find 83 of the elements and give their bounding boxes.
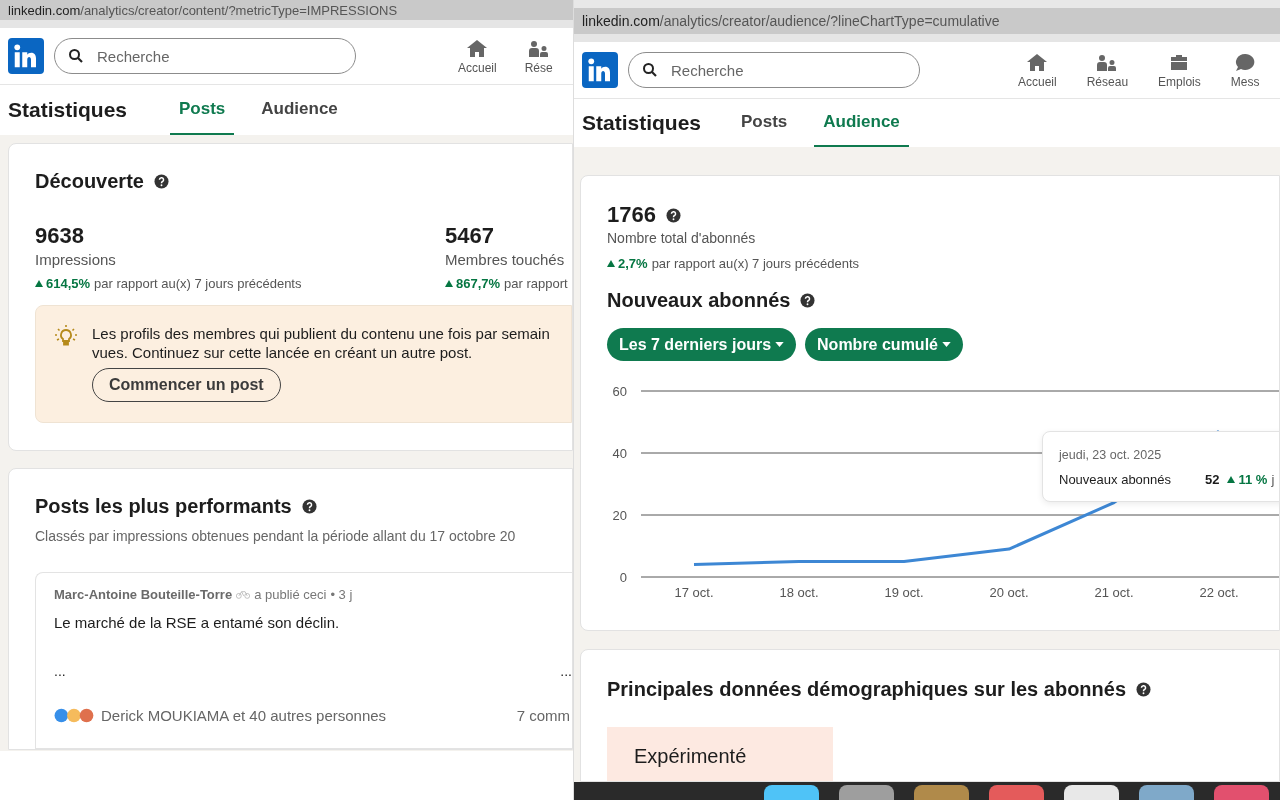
metric-label: Nombre total d'abonnés — [607, 230, 757, 246]
tooltip-value: 52 — [1205, 472, 1220, 487]
section-title: Découverte — [35, 170, 144, 193]
axis-label: 22 oct. — [1199, 585, 1239, 600]
page-title: Statistiques — [8, 98, 129, 122]
up-arrow-icon — [1227, 476, 1236, 483]
metric-value: 9638 — [35, 223, 85, 249]
address-bar[interactable]: linkedin.com/analytics/creator/content/?metricType=IMPRESSIONS — [0, 0, 573, 28]
nav-item[interactable]: Réseau — [1086, 51, 1129, 89]
up-arrow-icon — [607, 260, 615, 267]
section-title: Nouveaux abonnés — [607, 289, 791, 312]
comments-count[interactable]: 7 comm — [516, 707, 570, 724]
app-icon[interactable] — [1139, 785, 1194, 800]
search-icon — [642, 62, 658, 78]
section-title: Posts les plus performants — [35, 495, 292, 518]
change-value: 867,7% — [456, 276, 501, 291]
nav-item[interactable]: Accueil — [458, 37, 497, 75]
help-icon[interactable] — [1136, 682, 1152, 697]
author-name[interactable]: Marc-Antoine Bouteille-Torre — [54, 587, 233, 602]
help-icon[interactable] — [665, 207, 681, 223]
tooltip-date: jeudi, 23 oct. 2025 — [1059, 448, 1163, 462]
axis-label: 40 — [612, 446, 627, 461]
change-note: par rapport au(x) 7 jours précédents — [651, 256, 860, 271]
caret-icon — [942, 342, 951, 347]
ellipsis-text: ... — [560, 663, 572, 679]
app-icon[interactable] — [914, 785, 969, 800]
up-arrow-icon — [35, 280, 43, 287]
filter-dropdown[interactable]: Les 7 derniers jours — [607, 328, 797, 361]
axis-label: 60 — [612, 384, 627, 399]
section-subtitle: Classés par impressions obtenues pendant la période allant du 17 octobre 20 — [35, 528, 517, 544]
bicycle-icon — [236, 590, 251, 599]
tooltip-label: Nouveaux abonnés — [1059, 472, 1173, 487]
change-value: 614,5% — [46, 276, 91, 291]
tooltip-change: 11 % — [1238, 472, 1268, 487]
metric-value: 5467 — [445, 223, 495, 249]
lightbulb-icon — [54, 324, 78, 348]
reactions-text[interactable]: Derick MOUKIAMA et 40 autres personnes — [101, 707, 387, 724]
tooltip-text: j — [1271, 472, 1275, 487]
change-value: 2,7% — [618, 256, 648, 271]
axis-label: 18 oct. — [779, 585, 819, 600]
nav-item[interactable]: Accueil — [1018, 51, 1057, 89]
tab[interactable]: Posts — [732, 99, 797, 147]
post-card[interactable]: Marc-Antoine Bouteille-Torre a publié ceci • 3 j Le marché de la RSE a entamé son déclin. ... ... Derick MOUKIAMA et 40 autres personnes 7 comm — [35, 572, 572, 749]
app-icon[interactable] — [839, 785, 894, 800]
tab[interactable]: Audience — [252, 85, 347, 135]
search-icon — [68, 48, 84, 64]
tip-text: Les profils des membres qui publient du contenu une fois par semain — [92, 324, 550, 343]
post-text: Le marché de la RSE a entamé son déclin. — [54, 614, 341, 631]
nav-item[interactable]: Mess — [1230, 51, 1260, 89]
logo-icon[interactable] — [8, 38, 44, 74]
page-title: Statistiques — [582, 111, 703, 135]
app-icon[interactable] — [1064, 785, 1119, 800]
axis-label: 0 — [619, 570, 627, 585]
follower-total: 1766 — [607, 202, 656, 228]
logo-icon[interactable] — [582, 52, 618, 88]
axis-label: 20 oct. — [989, 585, 1029, 600]
axis-label: 19 oct. — [884, 585, 924, 600]
ellipsis-text: ... — [54, 663, 66, 679]
up-arrow-icon — [445, 280, 453, 287]
post-meta: a publié ceci — [254, 587, 327, 602]
section-title: Principales données démographiques sur les abonnés — [607, 678, 1127, 701]
search-field[interactable]: Recherche — [628, 52, 920, 88]
axis-label: 20 — [612, 508, 627, 523]
post-age: • 3 j — [330, 587, 353, 602]
nav-item[interactable]: Rése — [524, 37, 553, 75]
change-note: par rapport au(x) 7 jours précédents — [94, 276, 302, 291]
tip-text: vues. Continuez sur cette lancée en créant un autre post. — [92, 343, 473, 362]
filter-dropdown[interactable]: Nombre cumulé — [805, 328, 963, 361]
app-icon[interactable] — [764, 785, 819, 800]
axis-label: 17 oct. — [674, 585, 714, 600]
category-tab[interactable]: Expérimenté — [607, 727, 833, 781]
metric-label: Impressions — [35, 251, 117, 268]
help-icon[interactable] — [301, 499, 317, 514]
change-note: par rapport — [504, 276, 568, 291]
nav-item[interactable]: Emplois — [1158, 51, 1201, 89]
metric-label: Membres touchés — [445, 251, 566, 268]
search-field[interactable]: Recherche — [54, 38, 356, 74]
help-icon[interactable] — [153, 174, 169, 189]
axis-label: 21 oct. — [1094, 585, 1134, 600]
caret-icon — [775, 342, 785, 347]
help-icon[interactable] — [800, 293, 816, 308]
reactions-icon — [54, 708, 96, 723]
address-bar[interactable]: linkedin.com/analytics/creator/audience/?lineChartType=cumulative — [574, 8, 1280, 42]
